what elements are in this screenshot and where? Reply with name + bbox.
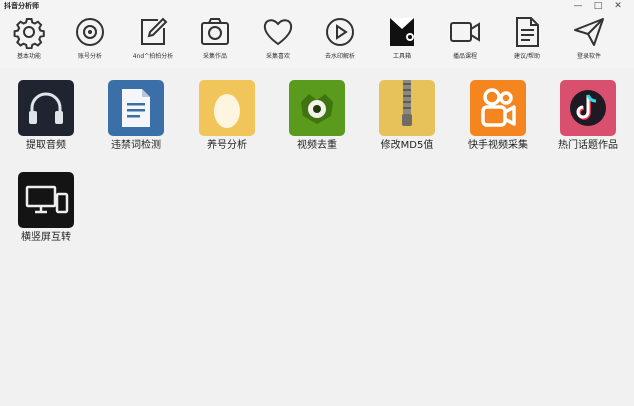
toolbar-label: 工具箱 — [392, 53, 411, 60]
toolbar-collect-works[interactable]: 采集作品 — [190, 12, 240, 68]
tool-label: 养号分析 — [207, 140, 247, 151]
play-icon — [323, 15, 357, 49]
toolbar-toolbox[interactable]: 工具箱 — [377, 12, 427, 68]
video-icon — [448, 15, 482, 49]
toolbar-login[interactable]: 登录软件 — [564, 12, 614, 68]
target-icon — [73, 15, 107, 49]
camera-icon — [198, 15, 232, 49]
toolbar-help[interactable]: 建议/帮助 — [502, 12, 552, 68]
toolbar-label: 建议/帮助 — [513, 53, 541, 60]
toolbar-basic-functions[interactable]: 基本功能 — [4, 12, 54, 68]
heart-icon — [261, 15, 295, 49]
headphones-icon — [18, 80, 74, 136]
gear-icon — [12, 15, 46, 49]
zip-icon — [379, 80, 435, 136]
toolbox-icon — [385, 15, 419, 49]
toolbar-account-analysis[interactable]: 账号分析 — [65, 12, 115, 68]
edit-icon — [136, 15, 170, 49]
tool-label: 提取音频 — [26, 140, 66, 151]
tool-label: 快手视频采集 — [468, 140, 528, 151]
main-toolbar: 基本功能 账号分析 4nd^拍拍分析 采集作品 采集喜欢 去水印解析 工具箱 播… — [0, 12, 634, 68]
toolbar-label: 4nd^拍拍分析 — [132, 53, 174, 60]
kuaishou-icon — [470, 80, 526, 136]
toolbar-label: 基本功能 — [16, 53, 41, 60]
close-button[interactable]: ✕ — [610, 0, 626, 11]
toolbar-remove-watermark[interactable]: 去水印解析 — [315, 12, 365, 68]
toolbar-label: 播品课程 — [452, 53, 477, 60]
window-title: 抖音分析师 — [4, 2, 39, 10]
tool-label: 视频去重 — [297, 140, 337, 151]
title-bar: 抖音分析师 — □ ✕ — [0, 0, 634, 12]
tool-trending-topic-works[interactable]: 热门话题作品 — [550, 80, 626, 160]
toolbar-collect-likes[interactable]: 采集喜欢 — [253, 12, 303, 68]
tool-banned-word-detection[interactable]: 违禁词检测 — [98, 80, 174, 160]
monitor-phone-icon — [18, 172, 74, 228]
monster-icon — [289, 80, 345, 136]
document-icon — [108, 80, 164, 136]
minimize-button[interactable]: — — [570, 0, 586, 11]
tool-label: 违禁词检测 — [111, 140, 161, 151]
toolbar-label: 去水印解析 — [324, 53, 355, 60]
toolbar-shoot-analysis[interactable]: 4nd^拍拍分析 — [128, 12, 178, 68]
tiktok-icon — [560, 80, 616, 136]
tool-kuaishou-video-collect[interactable]: 快手视频采集 — [460, 80, 536, 160]
egg-icon — [199, 80, 255, 136]
tool-label: 修改MD5值 — [380, 140, 434, 151]
toolbar-label: 登录软件 — [576, 53, 601, 60]
document-icon — [510, 15, 544, 49]
toolbar-courses[interactable]: 播品课程 — [440, 12, 490, 68]
tool-video-dedup[interactable]: 视频去重 — [279, 80, 355, 160]
maximize-button[interactable]: □ — [590, 0, 606, 11]
tool-modify-md5[interactable]: 修改MD5值 — [369, 80, 445, 160]
tool-extract-audio[interactable]: 提取音频 — [8, 80, 84, 160]
tool-label: 热门话题作品 — [558, 140, 618, 151]
toolbar-label: 账号分析 — [77, 53, 102, 60]
send-icon — [572, 15, 606, 49]
toolbar-label: 采集喜欢 — [265, 53, 290, 60]
tool-screen-orientation-convert[interactable]: 横竖屏互转 — [8, 172, 84, 252]
tool-label: 横竖屏互转 — [21, 232, 71, 243]
toolbar-label: 采集作品 — [202, 53, 227, 60]
tool-account-nurture-analysis[interactable]: 养号分析 — [189, 80, 265, 160]
